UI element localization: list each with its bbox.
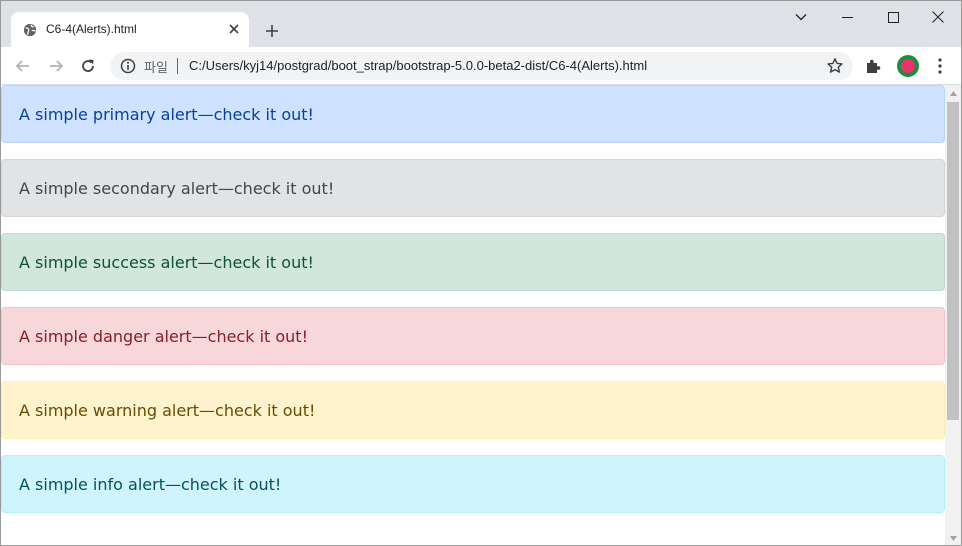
alert-text: A simple primary alert—check it out! <box>19 104 314 124</box>
browser-window: C6-4(Alerts).html 파일 C:/Users/kyj14/post… <box>0 0 962 546</box>
back-button[interactable] <box>9 52 37 80</box>
caret-down-icon <box>949 535 957 541</box>
alert-text: A simple info alert—check it out! <box>19 474 282 494</box>
alert-text: A simple secondary alert—check it out! <box>19 178 335 198</box>
url-text[interactable]: C:/Users/kyj14/postgrad/boot_strap/boots… <box>189 58 647 73</box>
globe-icon <box>23 23 37 37</box>
tab-strip: C6-4(Alerts).html <box>1 1 961 47</box>
alert-text: A simple danger alert—check it out! <box>19 326 308 346</box>
maximize-icon <box>887 11 899 23</box>
page-viewport: A simple primary alert—check it out! A s… <box>1 85 945 545</box>
tab-title: C6-4(Alerts).html <box>46 22 137 36</box>
browser-tab[interactable]: C6-4(Alerts).html <box>11 12 249 47</box>
puzzle-icon[interactable] <box>864 57 882 75</box>
chevron-down-icon <box>795 14 807 21</box>
forward-button[interactable] <box>42 52 70 80</box>
close-window-button[interactable] <box>915 3 961 31</box>
tab-search-button[interactable] <box>778 3 824 31</box>
reload-button[interactable] <box>74 52 102 80</box>
close-icon <box>229 24 239 34</box>
minimize-icon <box>841 16 853 18</box>
close-tab-button[interactable] <box>225 20 243 38</box>
address-bar[interactable]: 파일 C:/Users/kyj14/postgrad/boot_strap/bo… <box>110 52 853 80</box>
vertical-scrollbar[interactable] <box>945 85 961 545</box>
reload-icon <box>82 59 94 72</box>
kebab-menu-icon <box>938 58 942 74</box>
url-separator <box>177 58 178 74</box>
caret-up-icon <box>949 90 957 96</box>
alert-warning: A simple warning alert—check it out! <box>1 381 945 439</box>
plus-icon <box>266 25 278 37</box>
alert-info: A simple info alert—check it out! <box>1 455 945 513</box>
alert-primary: A simple primary alert—check it out! <box>1 85 945 143</box>
scrollbar-thumb[interactable] <box>947 102 959 420</box>
info-icon[interactable] <box>120 58 136 74</box>
browser-menu-button[interactable] <box>930 56 950 76</box>
scroll-up-button[interactable] <box>945 85 961 101</box>
alert-secondary: A simple secondary alert—check it out! <box>1 159 945 217</box>
alert-text: A simple success alert—check it out! <box>19 252 314 272</box>
close-icon <box>932 11 944 23</box>
arrow-right-icon <box>50 60 64 72</box>
new-tab-button[interactable] <box>258 17 286 45</box>
arrow-left-icon <box>15 60 29 72</box>
maximize-button[interactable] <box>870 3 916 31</box>
minimize-button[interactable] <box>824 3 870 31</box>
profile-avatar[interactable] <box>897 55 919 77</box>
alert-text: A simple warning alert—check it out! <box>19 400 316 420</box>
star-icon[interactable] <box>826 57 844 75</box>
alert-success: A simple success alert—check it out! <box>1 233 945 291</box>
browser-toolbar: 파일 C:/Users/kyj14/postgrad/boot_strap/bo… <box>1 47 961 85</box>
url-scheme-chip: 파일 <box>144 61 168 76</box>
scroll-down-button[interactable] <box>945 530 961 545</box>
alert-danger: A simple danger alert—check it out! <box>1 307 945 365</box>
avatar-dot <box>901 59 915 73</box>
